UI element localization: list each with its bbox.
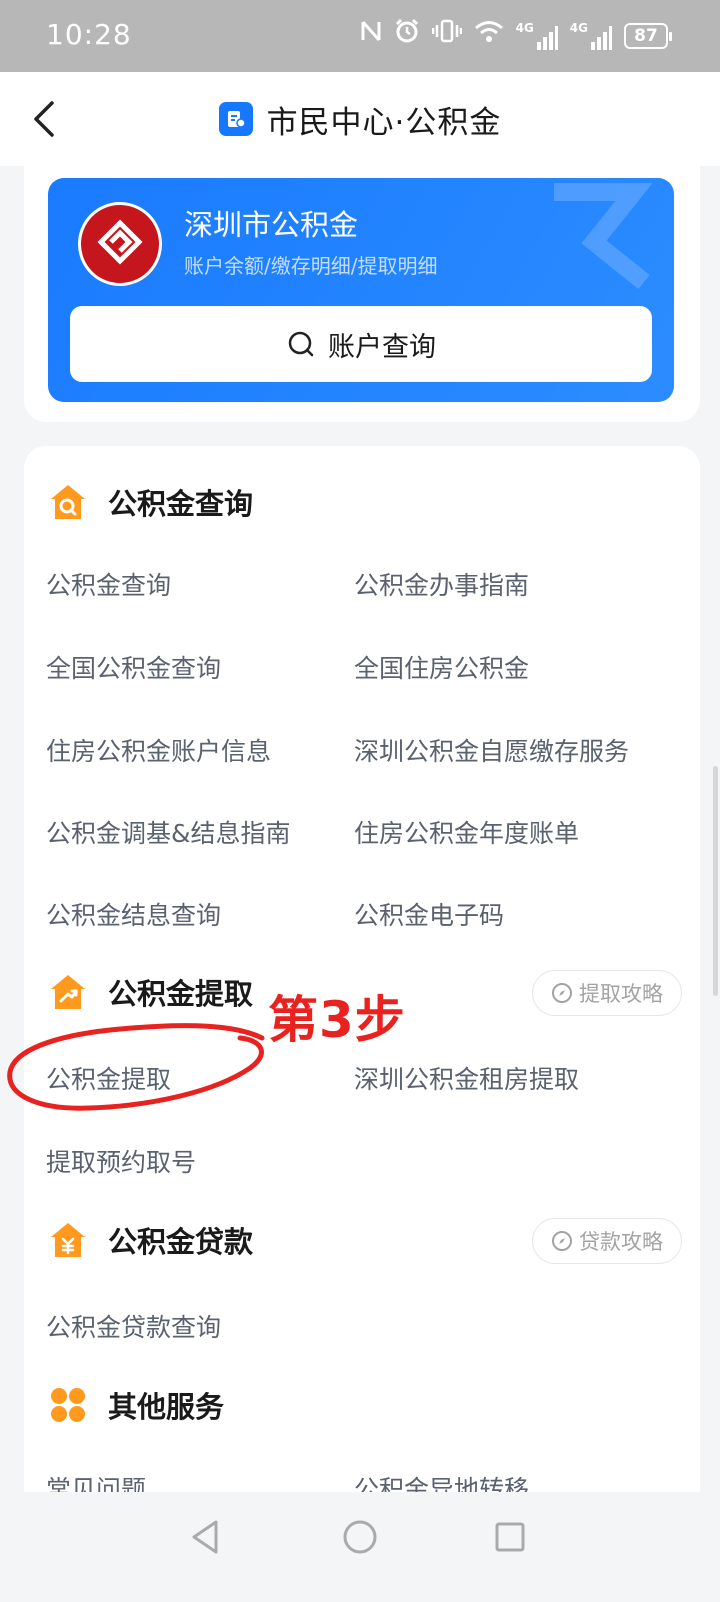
service-item[interactable]: 公积金贷款查询 — [46, 1308, 221, 1344]
search-icon — [288, 331, 314, 357]
card-subtitle: 账户余额/缴存明细/提取明细 — [184, 254, 438, 278]
house-search-icon — [48, 482, 88, 522]
app-logo-icon — [218, 102, 253, 136]
circle-home-icon — [343, 1520, 377, 1554]
nav-bar: 市民中心·公积金 — [0, 72, 720, 166]
account-query-label: 账户查询 — [328, 331, 436, 363]
battery-icon: 87 — [624, 23, 672, 49]
housing-fund-card[interactable]: 深圳市公积金 账户余额/缴存明细/提取明细 账户查询 — [48, 178, 674, 402]
system-nav-bar — [0, 1492, 720, 1602]
section-withdraw-header: 公积金提取 — [48, 968, 253, 1016]
section-other-title: 其他服务 — [108, 1390, 225, 1424]
status-icons: 4G 4G 87 — [360, 18, 672, 54]
back-button[interactable] — [20, 94, 68, 144]
section-loan-header: 公积金贷款 — [48, 1216, 253, 1264]
section-loan-title: 公积金贷款 — [108, 1225, 254, 1259]
signal-label-1: 4G — [515, 21, 534, 35]
section-other-header: 其他服务 — [48, 1381, 224, 1429]
service-item[interactable]: 住房公积金年度账单 — [354, 814, 579, 850]
top-card: 深圳市公积金 账户余额/缴存明细/提取明细 账户查询 — [24, 166, 700, 422]
service-item[interactable]: 住房公积金账户信息 — [46, 732, 271, 768]
section-query-title: 公积金查询 — [108, 487, 254, 521]
service-item[interactable]: 提取预约取号 — [46, 1143, 196, 1179]
compass-icon — [552, 983, 572, 1003]
system-back-button[interactable] — [180, 1512, 230, 1562]
section-withdraw-title: 公积金提取 — [108, 977, 254, 1011]
status-bar: 10:28 4G 4G 87 — [0, 0, 720, 72]
service-item[interactable]: 全国公积金查询 — [46, 649, 221, 685]
page-title: 市民中心·公积金 — [266, 104, 502, 141]
service-item[interactable]: 公积金结息查询 — [46, 896, 221, 932]
card-title: 深圳市公积金 — [184, 208, 359, 242]
house-withdraw-icon — [48, 972, 88, 1012]
system-recents-button[interactable] — [485, 1512, 535, 1562]
compass-icon — [552, 1231, 572, 1251]
withdraw-guide-button[interactable]: 提取攻略 — [532, 970, 682, 1016]
service-item[interactable]: 公积金调基&结息指南 — [46, 814, 291, 850]
screen: 10:28 4G 4G 87 市民中心·公积金 深圳市公积金 账户余额/缴存明细… — [0, 0, 720, 1602]
signal-label-2: 4G — [569, 21, 588, 35]
nav-title-group: 市民中心·公积金 — [0, 72, 720, 166]
alarm-icon — [394, 18, 420, 54]
decor-watermark-icon — [554, 183, 653, 290]
house-loan-icon — [48, 1220, 88, 1260]
content-area[interactable]: 深圳市公积金 账户余额/缴存明细/提取明细 账户查询 公积金查询 公积金查询 公… — [0, 166, 720, 1546]
withdraw-guide-label: 提取攻略 — [579, 982, 663, 1006]
status-time: 10:28 — [46, 18, 132, 51]
vibrate-icon — [431, 18, 462, 54]
account-query-button[interactable]: 账户查询 — [70, 306, 652, 382]
annotation-circle — [7, 1023, 265, 1111]
service-item[interactable]: 公积金电子码 — [354, 896, 504, 932]
back-icon — [34, 101, 54, 137]
service-item[interactable]: 全国住房公积金 — [354, 649, 529, 685]
nfc-icon — [360, 18, 382, 54]
section-query-header: 公积金查询 — [48, 478, 253, 526]
system-home-button[interactable] — [335, 1512, 385, 1562]
signal-icon-1: 4G — [516, 22, 558, 50]
triangle-back-icon — [192, 1520, 218, 1554]
service-item[interactable]: 深圳公积金自愿缴存服务 — [354, 732, 629, 768]
housing-fund-logo-icon — [78, 202, 162, 286]
annotation-step-label: 第3步 — [268, 991, 406, 1049]
service-item[interactable]: 公积金办事指南 — [354, 566, 529, 602]
wifi-icon — [474, 18, 504, 54]
scrollbar[interactable] — [713, 766, 718, 996]
service-item[interactable]: 深圳公积金租房提取 — [354, 1060, 579, 1096]
square-recents-icon — [495, 1522, 525, 1552]
signal-icon-2: 4G — [570, 22, 612, 50]
grid-icon — [48, 1385, 88, 1425]
loan-guide-button[interactable]: 贷款攻略 — [532, 1218, 682, 1264]
loan-guide-label: 贷款攻略 — [579, 1230, 663, 1254]
service-item[interactable]: 公积金查询 — [46, 566, 171, 602]
